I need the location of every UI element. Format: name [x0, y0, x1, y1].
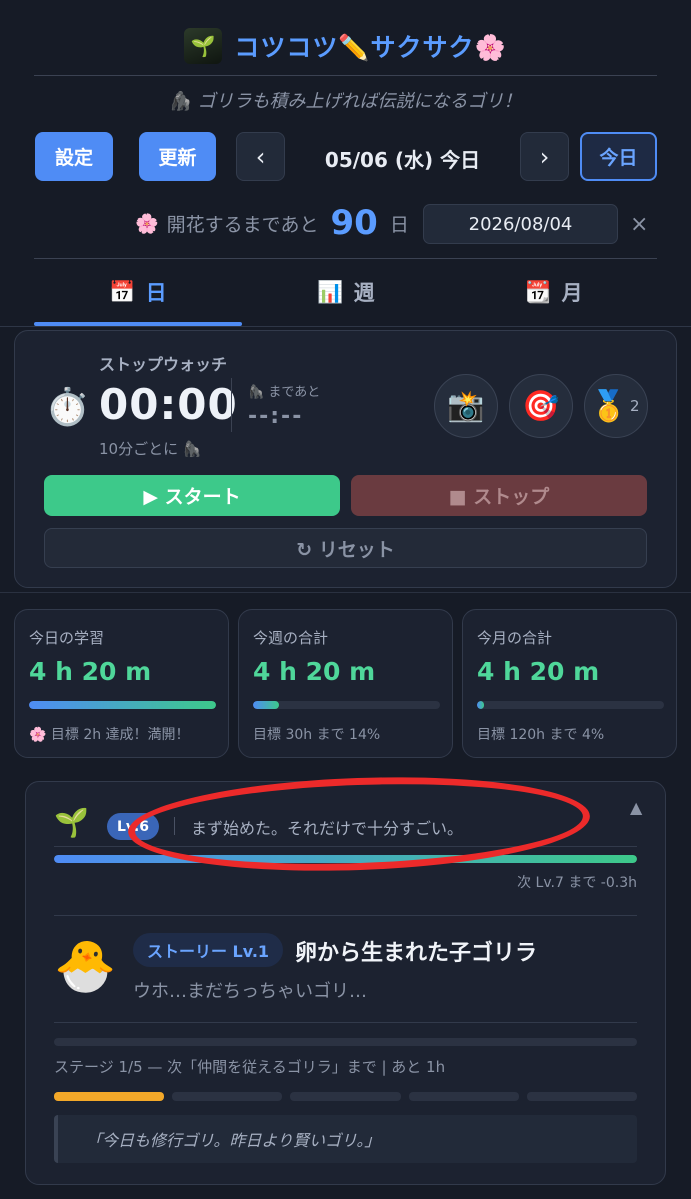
refresh-button[interactable]: 更新 — [139, 132, 216, 181]
stat-label: 今月の合計 — [477, 629, 553, 647]
story-level-badge: ストーリー Lv.1 — [133, 933, 283, 967]
camera-button[interactable]: 📸 — [434, 374, 498, 438]
countdown-prefix: 開花するまであと — [166, 213, 319, 236]
stat-value: 4 h 20 m — [253, 657, 376, 686]
remaining-label: 🦍 まであと — [248, 385, 321, 400]
stat-value: 4 h 20 m — [29, 657, 152, 686]
story-progress-bar — [54, 1038, 637, 1046]
stat-label: 今日の学習 — [29, 629, 105, 647]
stat-card-month: 今月の合計 4 h 20 m 目標 120h まで 4% — [462, 609, 677, 758]
clear-date-icon[interactable]: × — [630, 212, 648, 237]
stat-progress-bar — [253, 701, 440, 709]
sprout-icon: 🌱 — [54, 806, 89, 839]
countdown-days: 90 — [330, 203, 378, 243]
tab-day[interactable]: 📅 日 — [34, 272, 242, 312]
countdown-divider — [34, 258, 657, 259]
hatching-chick-icon: 🐣 — [54, 937, 117, 995]
today-button[interactable]: 今日 — [580, 132, 657, 181]
quote-box: 「今日も修行ゴリ。昨日より賢いゴリ。」 — [54, 1115, 637, 1163]
stage-segment — [172, 1092, 283, 1101]
start-button[interactable]: ▶ スタート — [44, 475, 340, 516]
target-icon: 🎯 — [522, 388, 560, 424]
story-divider — [54, 915, 637, 916]
prev-day-button[interactable]: ‹ — [236, 132, 285, 181]
stopwatch-divider — [231, 378, 232, 432]
stop-button[interactable]: ■ ストップ — [351, 475, 647, 516]
header-divider — [34, 75, 657, 76]
tagline: 🦍 ゴリラも積み上げれば伝説になるゴリ！ — [169, 91, 522, 112]
medal-icon: 🥇 — [590, 388, 628, 424]
reset-button[interactable]: ↻ リセット — [44, 528, 647, 568]
goal-button[interactable]: 🎯 — [509, 374, 573, 438]
bloom-countdown: 🌸 開花するまであと 90 日 — [135, 203, 409, 243]
stage-text: ステージ 1/5 — 次「仲間を従えるゴリラ」まで | あと 1h — [54, 1058, 446, 1076]
stat-progress-fill — [477, 701, 485, 709]
current-date-label: 05/06 (水) 今日 — [324, 148, 481, 172]
calendar-icon: 📅 — [109, 279, 136, 304]
stopwatch-icon: ⏱️ — [45, 387, 90, 428]
stage-segment — [54, 1092, 165, 1101]
stopwatch-interval-note: 10分ごとに 🦍 — [99, 440, 202, 458]
next-day-button[interactable]: › — [520, 132, 569, 181]
stat-progress-fill — [29, 701, 216, 709]
level-next-label: 次 Lv.7 まで -0.3h — [517, 875, 637, 891]
tabs-divider — [0, 326, 691, 327]
settings-button[interactable]: 設定 — [35, 132, 113, 181]
target-date-input[interactable]: 2026/08/04 — [423, 204, 618, 244]
stat-card-week: 今週の合計 4 h 20 m 目標 30h まで 14% — [238, 609, 453, 758]
story-line: ウホ…まだちっちゃいゴリ… — [133, 981, 367, 1002]
app-title: コツコツ✏️サクサク🌸 — [234, 33, 507, 62]
stopwatch-title: ストップウォッチ — [99, 355, 228, 374]
collapse-icon[interactable]: ▲ — [630, 798, 642, 817]
countdown-suffix: 日 — [389, 213, 409, 236]
section-divider — [0, 592, 691, 593]
tab-month[interactable]: 📆 月 — [450, 272, 658, 312]
camera-icon: 📸 — [447, 388, 485, 424]
stage-segment — [526, 1092, 637, 1101]
stopwatch-time: 00:00 — [99, 380, 238, 429]
stat-card-today: 今日の学習 4 h 20 m 🌸 目標 2h 達成！満開！ — [14, 609, 229, 758]
tab-week-label: 週 — [353, 281, 375, 305]
bar-chart-icon: 📊 — [317, 279, 344, 304]
stat-note: 目標 30h まで 14% — [253, 727, 381, 743]
app-logo-icon: 🌱 — [184, 28, 223, 64]
stat-value: 4 h 20 m — [477, 657, 600, 686]
tab-week[interactable]: 📊 週 — [242, 272, 450, 312]
stage-divider — [54, 1022, 637, 1023]
remaining-value: --:-- — [248, 404, 304, 429]
stat-note: 🌸 目標 2h 達成！満開！ — [29, 727, 190, 743]
tab-month-label: 月 — [561, 281, 583, 305]
tab-day-label: 日 — [145, 281, 167, 305]
stat-progress-bar — [29, 701, 216, 709]
blossom-icon: 🌸 — [135, 212, 159, 235]
stat-note: 目標 120h まで 4% — [477, 727, 605, 743]
stat-label: 今週の合計 — [253, 629, 329, 647]
stat-progress-fill — [253, 701, 280, 709]
medal-count: 2 — [630, 397, 640, 415]
app-header: 🌱 コツコツ✏️サクサク🌸 — [0, 28, 691, 64]
spiral-calendar-icon: 📆 — [525, 279, 552, 304]
stage-segment — [290, 1092, 401, 1101]
stat-progress-bar — [477, 701, 664, 709]
story-title: 卵から生まれた子ゴリラ — [295, 941, 538, 966]
stage-segment — [408, 1092, 519, 1101]
